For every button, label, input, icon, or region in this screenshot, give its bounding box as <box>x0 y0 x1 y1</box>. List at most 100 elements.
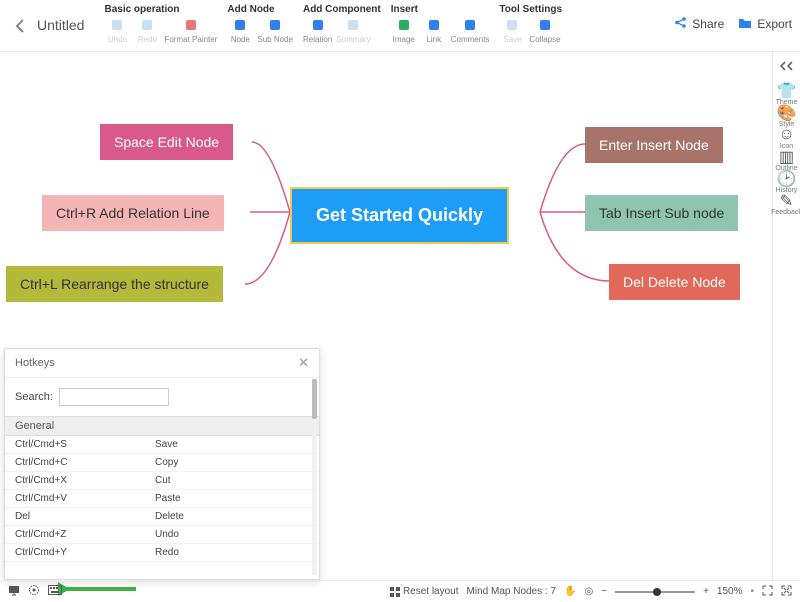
tool-label: Save <box>503 35 521 44</box>
node-right2[interactable]: Tab Insert Sub node <box>585 195 738 231</box>
node-left3[interactable]: Ctrl+L Rearrange the structure <box>6 266 223 302</box>
popup-scrollbar[interactable] <box>312 379 317 575</box>
hotkey-action: Cut <box>155 475 171 486</box>
hotkey-row: Ctrl/Cmd+SSave <box>5 436 319 454</box>
fit-icon[interactable] <box>762 585 773 599</box>
format-painter-button[interactable]: Format Painter <box>164 17 217 44</box>
zoom-in-button[interactable]: + <box>703 586 709 597</box>
comments-button[interactable]: Comments <box>451 17 490 44</box>
save-icon <box>504 17 520 33</box>
image-icon <box>396 17 412 33</box>
comments-icon <box>462 17 478 33</box>
tool-group-label: Tool Settings <box>499 4 562 15</box>
hotkey-row: Ctrl/Cmd+CCopy <box>5 454 319 472</box>
hotkey-key: Ctrl/Cmd+Y <box>15 547 155 558</box>
link-icon <box>426 17 442 33</box>
hotkey-row: Ctrl/Cmd+YRedo <box>5 544 319 562</box>
sub-node-button[interactable]: Sub Node <box>257 17 293 44</box>
hotkey-key: Ctrl/Cmd+X <box>15 475 155 486</box>
side-style[interactable]: 🎨Style <box>771 106 800 128</box>
hotkey-key: Del <box>15 511 155 522</box>
node-icon <box>232 17 248 33</box>
format-painter-icon <box>183 17 199 33</box>
zoom-out-button[interactable]: − <box>601 586 607 597</box>
icon-icon: ☺ <box>780 128 794 142</box>
save-button: Save <box>499 17 525 44</box>
document-title[interactable]: Untitled <box>37 17 84 33</box>
tool-group-label: Basic operation <box>104 4 217 15</box>
share-icon <box>674 16 687 32</box>
reset-layout-button[interactable]: Reset layout <box>390 586 459 597</box>
collapse-button[interactable]: Collapse <box>529 17 560 44</box>
side-label: Feedback <box>771 209 800 216</box>
outline-icon: ▥ <box>780 150 794 164</box>
tool-group-label: Insert <box>391 4 490 15</box>
tool-label: Undo <box>108 35 127 44</box>
tool-group-label: Add Component <box>303 4 381 15</box>
history-icon: 🕑 <box>780 172 794 186</box>
relation-button[interactable]: Relation <box>303 17 332 44</box>
collapse-panel-button[interactable] <box>780 58 794 74</box>
theme-icon: 👕 <box>780 84 794 98</box>
node-left2[interactable]: Ctrl+R Add Relation Line <box>42 195 224 231</box>
sub-node-icon <box>267 17 283 33</box>
back-button[interactable] <box>11 17 29 35</box>
keyboard-icon[interactable] <box>48 585 62 598</box>
hotkey-action: Save <box>155 439 178 450</box>
close-icon[interactable]: ✕ <box>298 355 309 371</box>
export-label: Export <box>757 17 792 31</box>
hotkey-action: Copy <box>155 457 178 468</box>
popup-section: General <box>5 416 319 436</box>
gear-icon[interactable] <box>28 584 40 599</box>
undo-button: Undo <box>104 17 130 44</box>
search-input[interactable] <box>59 388 169 406</box>
hotkey-action: Redo <box>155 547 179 558</box>
hotkey-key: Ctrl/Cmd+V <box>15 493 155 504</box>
status-bar: Reset layout Mind Map Nodes : 7 ✋ ◎ − + … <box>0 580 800 602</box>
tool-label: Collapse <box>529 35 560 44</box>
node-button[interactable]: Node <box>227 17 253 44</box>
hotkey-row: DelDelete <box>5 508 319 526</box>
feedback-icon: ✎ <box>780 194 794 208</box>
link-button[interactable]: Link <box>421 17 447 44</box>
redo-icon <box>139 17 155 33</box>
hotkey-key: Ctrl/Cmd+S <box>15 439 155 450</box>
zoom-level: 150% <box>717 586 743 597</box>
search-label: Search: <box>15 391 53 403</box>
tool-label: Link <box>426 35 441 44</box>
export-button[interactable]: Export <box>738 17 792 32</box>
hotkeys-popup: Hotkeys ✕ Search: General Ctrl/Cmd+SSave… <box>4 348 320 580</box>
tool-label: Redo <box>138 35 157 44</box>
undo-icon <box>109 17 125 33</box>
share-button[interactable]: Share <box>674 16 724 32</box>
share-label: Share <box>692 17 724 31</box>
side-feedback[interactable]: ✎Feedback <box>771 194 800 216</box>
hotkey-action: Undo <box>155 529 179 540</box>
tool-label: Node <box>231 35 250 44</box>
node-left1[interactable]: Space Edit Node <box>100 124 233 160</box>
redo-button: Redo <box>134 17 160 44</box>
tool-group-label: Add Node <box>227 4 293 15</box>
image-button[interactable]: Image <box>391 17 417 44</box>
relation-icon <box>310 17 326 33</box>
node-right3[interactable]: Del Delete Node <box>609 264 740 300</box>
fullscreen-icon[interactable] <box>781 585 792 599</box>
node-right1[interactable]: Enter Insert Node <box>585 127 723 163</box>
tool-label: Comments <box>451 35 490 44</box>
tool-label: Summary <box>336 35 370 44</box>
presentation-icon[interactable] <box>8 584 20 599</box>
zoom-slider[interactable] <box>615 591 695 593</box>
side-panel: 👕Theme🎨Style☺Icon▥Outline🕑History✎Feedba… <box>772 52 800 580</box>
hotkey-action: Delete <box>155 511 184 522</box>
tool-label: Relation <box>303 35 332 44</box>
hand-icon[interactable]: ✋ <box>564 586 576 597</box>
central-node[interactable]: Get Started Quickly <box>290 187 509 244</box>
target-icon[interactable]: ◎ <box>584 586 593 597</box>
tool-label: Sub Node <box>257 35 293 44</box>
collapse-icon <box>537 17 553 33</box>
hotkey-action: Paste <box>155 493 181 504</box>
summary-button: Summary <box>336 17 370 44</box>
style-icon: 🎨 <box>780 106 794 120</box>
hotkey-row: Ctrl/Cmd+ZUndo <box>5 526 319 544</box>
tool-label: Image <box>393 35 415 44</box>
